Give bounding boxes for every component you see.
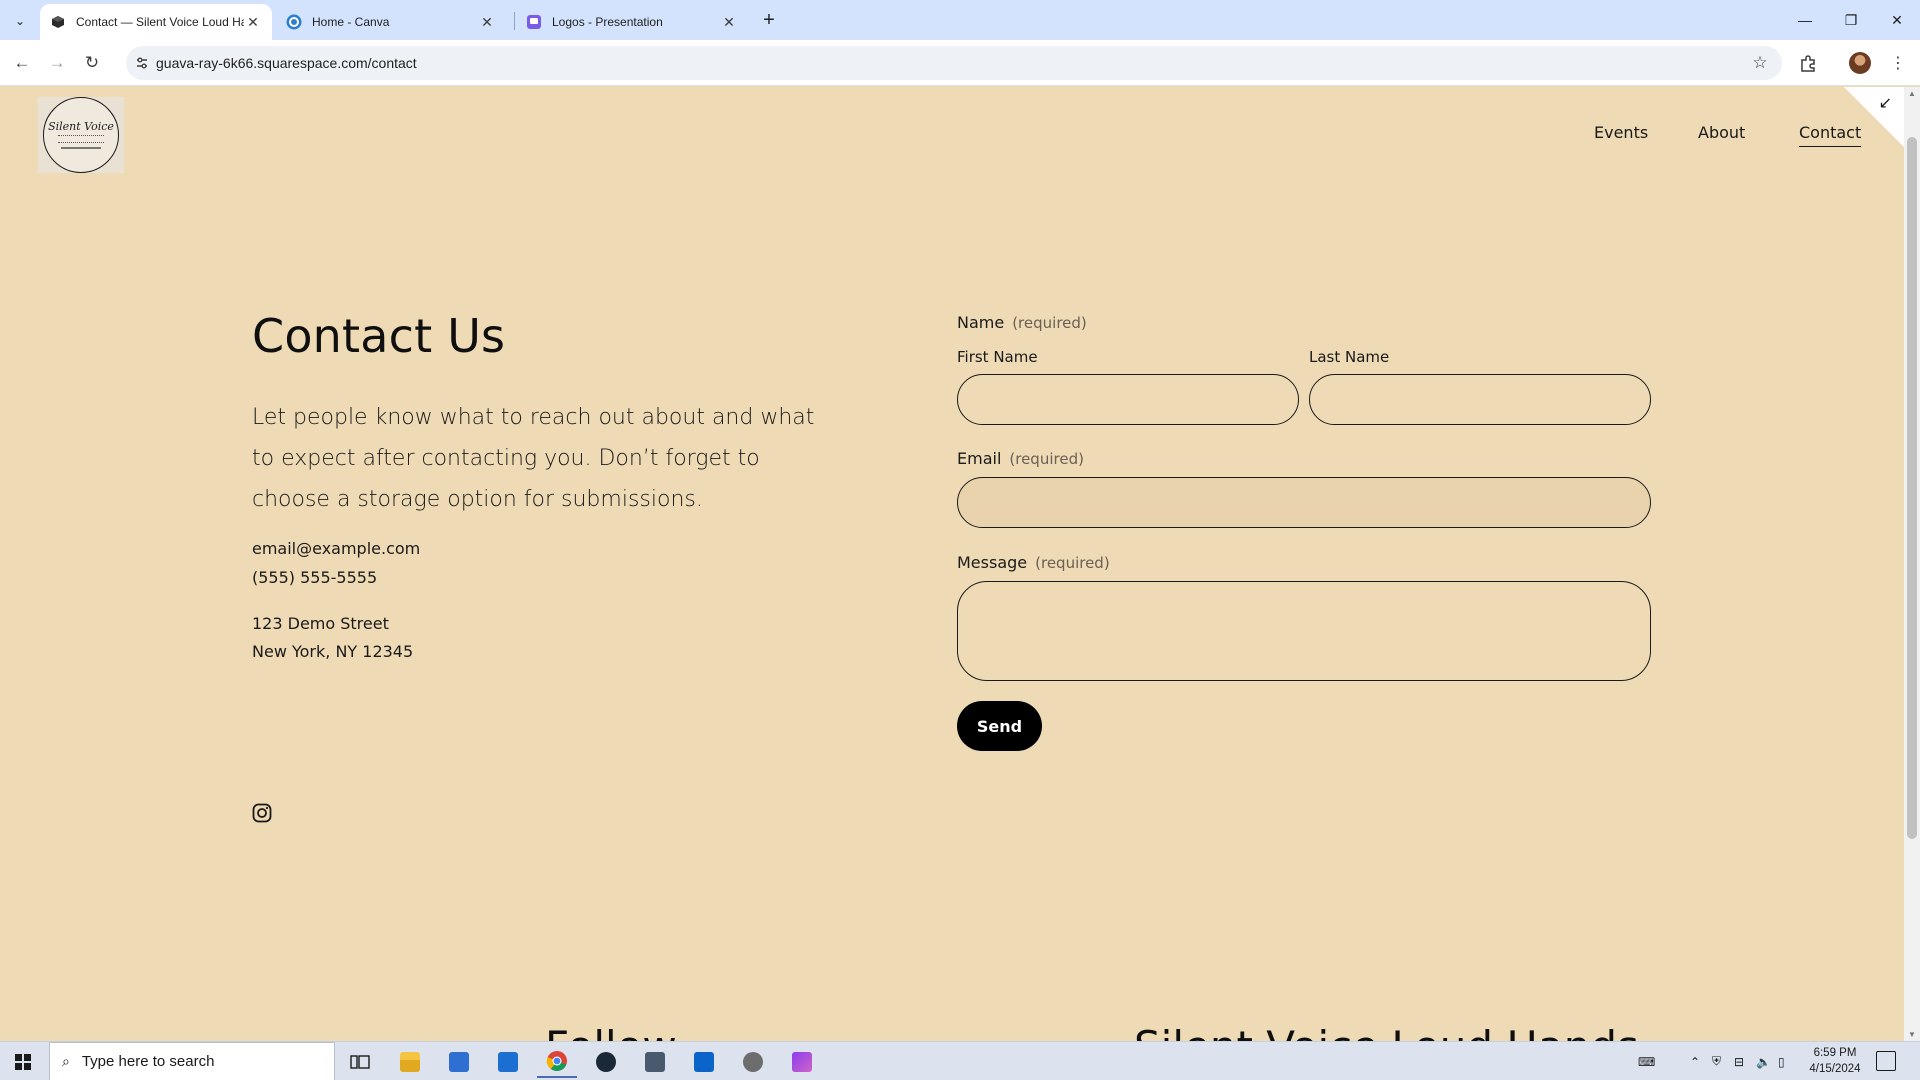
browser-tabstrip: ⌄ Contact — Silent Voice Loud Ha ✕ Home …: [0, 0, 1920, 40]
address-line-1: 123 Demo Street: [252, 614, 389, 633]
website-page: Silent Voice Events About Contact ↙ Cont…: [0, 87, 1904, 1041]
url-text: guava-ray-6k66.squarespace.com/contact: [156, 55, 417, 71]
minimize-icon[interactable]: —: [1782, 0, 1828, 40]
address-bar[interactable]: guava-ray-6k66.squarespace.com/contact ☆: [126, 46, 1782, 80]
bookmark-star-icon[interactable]: ☆: [1748, 51, 1772, 75]
scroll-down-icon[interactable]: ▼: [1908, 1030, 1916, 1039]
windows-taskbar: ⌕ Type here to search ⌨ ⌃ ⛨ ⊟ 🔈 ▯ 6:59 P…: [0, 1041, 1920, 1080]
restore-icon[interactable]: ❐: [1828, 0, 1874, 40]
clock-date: 4/15/2024: [1809, 1063, 1861, 1075]
taskbar-clock[interactable]: 6:59 PM 4/15/2024: [1800, 1045, 1870, 1077]
squarespace-icon: [50, 14, 66, 30]
contact-email: email@example.com: [252, 539, 421, 558]
tab-title: Contact — Silent Voice Loud Ha: [76, 15, 244, 29]
steam-icon[interactable]: [586, 1046, 626, 1078]
outlook-icon[interactable]: [684, 1046, 724, 1078]
contact-phone: (555) 555-5555: [252, 568, 378, 587]
first-name-input[interactable]: [957, 374, 1299, 425]
required-hint: (required): [1012, 314, 1087, 332]
nav-events[interactable]: Events: [1594, 123, 1648, 142]
logo-text: Silent Voice: [48, 120, 114, 133]
nav-about[interactable]: About: [1698, 123, 1745, 142]
footer-brand-heading: Silent Voice Loud Hands: [1134, 1022, 1639, 1041]
taskbar-search-box[interactable]: ⌕ Type here to search: [49, 1042, 335, 1080]
scrollbar-thumb[interactable]: [1907, 137, 1917, 839]
tab-logos-presentation[interactable]: Logos - Presentation ✕: [516, 4, 748, 40]
footer-follow-heading: Follow: [545, 1022, 677, 1041]
microsoft-store-icon[interactable]: [439, 1046, 479, 1078]
tab-contact[interactable]: Contact — Silent Voice Loud Ha ✕: [40, 4, 272, 40]
windows-start-icon[interactable]: [0, 1042, 46, 1080]
close-window-icon[interactable]: ✕: [1874, 0, 1920, 40]
menu-kebab-icon[interactable]: ⋮: [1884, 49, 1912, 77]
site-logo[interactable]: Silent Voice: [38, 97, 124, 173]
search-icon: ⌕: [62, 1053, 70, 1069]
last-name-input[interactable]: [1309, 374, 1651, 425]
tab-canva-home[interactable]: Home - Canva ✕: [276, 4, 506, 40]
canva-icon: [286, 14, 302, 30]
window-controls: — ❐ ✕: [1782, 0, 1920, 40]
send-button[interactable]: Send: [957, 701, 1042, 751]
intro-paragraph: Let people know what to reach out about …: [252, 405, 815, 512]
close-icon[interactable]: ✕: [478, 13, 496, 31]
clipchamp-icon[interactable]: [782, 1046, 822, 1078]
address-line-2: New York, NY 12345: [252, 642, 414, 661]
keyboard-icon[interactable]: ⌨: [1638, 1042, 1655, 1080]
taskbar-search-placeholder: Type here to search: [81, 1053, 215, 1070]
email-input[interactable]: [957, 477, 1651, 528]
clock-time: 6:59 PM: [1813, 1047, 1857, 1059]
tab-title: Logos - Presentation: [552, 15, 663, 29]
battery-icon[interactable]: ▯: [1778, 1042, 1785, 1080]
name-label: Name (required): [957, 313, 1087, 332]
required-hint: (required): [1035, 554, 1110, 572]
tab-separator: [514, 12, 515, 30]
volume-icon[interactable]: 🔈: [1756, 1042, 1771, 1080]
name-label-text: Name: [957, 313, 1005, 332]
chrome-icon[interactable]: [537, 1046, 577, 1078]
forward-icon[interactable]: →: [43, 49, 71, 77]
message-label-text: Message: [957, 553, 1028, 572]
browser-toolbar: ← → ↻ guava-ray-6k66.squarespace.com/con…: [0, 40, 1920, 86]
site-info-icon[interactable]: [130, 51, 154, 75]
email-label-text: Email: [957, 449, 1002, 468]
logo-hands-graphic: [58, 135, 104, 143]
notification-center-icon[interactable]: [1876, 1051, 1896, 1071]
close-icon[interactable]: ✕: [720, 13, 738, 31]
task-view-icon[interactable]: [340, 1046, 380, 1078]
scroll-up-icon[interactable]: ▲: [1908, 89, 1916, 98]
profile-avatar[interactable]: [1846, 49, 1874, 77]
extensions-icon[interactable]: [1794, 49, 1822, 77]
page-scrollbar[interactable]: ▲ ▼: [1904, 87, 1920, 1041]
page-title: Contact Us: [252, 309, 506, 363]
calculator-icon[interactable]: [635, 1046, 675, 1078]
email-label: Email (required): [957, 449, 1084, 468]
last-name-label: Last Name: [1309, 348, 1390, 366]
show-hidden-icons[interactable]: ⌃: [1690, 1042, 1700, 1080]
canva-presentation-icon: [526, 14, 542, 30]
editor-corner-fold[interactable]: [1844, 87, 1904, 147]
logo-seal: Silent Voice: [43, 97, 119, 173]
collapse-arrow-icon[interactable]: ↙: [1879, 93, 1892, 113]
close-icon[interactable]: ✕: [244, 13, 262, 31]
logo-tagline-line: [61, 147, 101, 149]
reload-icon[interactable]: ↻: [78, 49, 106, 77]
tab-search-button[interactable]: ⌄: [8, 10, 32, 32]
back-icon[interactable]: ←: [8, 49, 36, 77]
message-label: Message (required): [957, 553, 1110, 572]
security-icon[interactable]: ⛨: [1712, 1042, 1721, 1080]
mail-icon[interactable]: [488, 1046, 528, 1078]
clock-app-icon[interactable]: [733, 1046, 773, 1078]
tab-title: Home - Canva: [312, 15, 390, 29]
file-explorer-icon[interactable]: [390, 1046, 430, 1078]
message-textarea[interactable]: [957, 581, 1651, 681]
network-icon[interactable]: ⊟: [1734, 1042, 1744, 1080]
instagram-icon[interactable]: [252, 803, 272, 823]
new-tab-button[interactable]: +: [757, 8, 781, 32]
required-hint: (required): [1009, 450, 1084, 468]
first-name-label: First Name: [957, 348, 1038, 366]
